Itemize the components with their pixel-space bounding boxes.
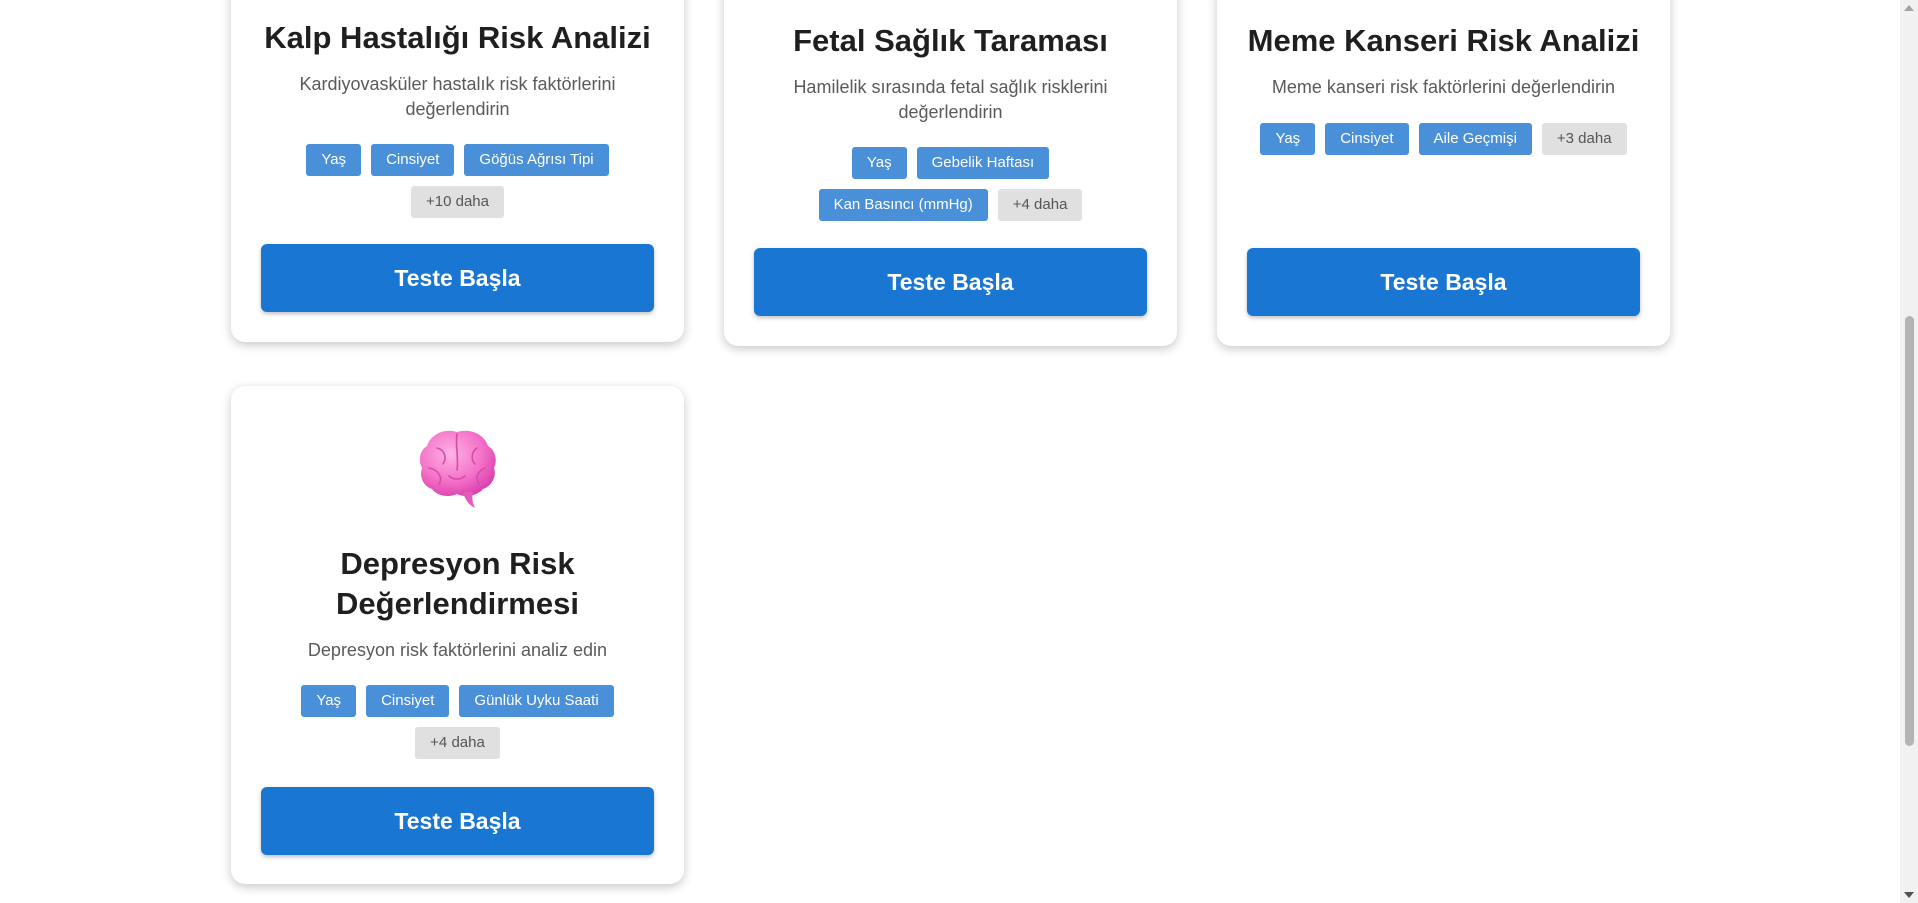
scrollbar-thumb[interactable]: [1905, 316, 1914, 746]
card-description: Meme kanseri risk faktörlerini değerlend…: [1271, 77, 1616, 97]
tag-list: Yaş Cinsiyet Göğüs Ağrısı Tipi +10 daha: [231, 144, 684, 218]
scroll-up-arrow-icon[interactable]: [1904, 5, 1914, 11]
tag-gender: Cinsiyet: [366, 685, 450, 717]
test-card-heart-disease: Kalp Hastalığı Risk Analizi Kardiyovaskü…: [231, 0, 684, 342]
scroll-down-arrow-icon[interactable]: [1904, 892, 1914, 898]
tag-chest-pain-type: Göğüs Ağrısı Tipi: [464, 144, 609, 176]
tag-list: Yaş Cinsiyet Aile Geçmişi +3 daha: [1217, 123, 1670, 155]
tag-family-history: Aile Geçmişi: [1418, 123, 1532, 155]
test-card-breast-cancer: Meme Kanseri Risk Analizi Meme kanseri r…: [1217, 0, 1670, 346]
start-test-button[interactable]: Teste Başla: [261, 787, 654, 855]
test-card-depression: Depresyon Risk Değerlendirmesi Depresyon…: [231, 386, 684, 884]
tag-more: +4 daha: [997, 189, 1083, 221]
tag-list: Yaş Cinsiyet Günlük Uyku Saati +4 daha: [231, 685, 684, 759]
vertical-scrollbar[interactable]: [1900, 0, 1918, 903]
tag-list: Yaş Gebelik Haftası Kan Basıncı (mmHg) +…: [724, 147, 1177, 221]
tag-gender: Cinsiyet: [371, 144, 455, 176]
start-test-button[interactable]: Teste Başla: [1247, 248, 1640, 316]
card-description: Kardiyovasküler hastalık risk faktörleri…: [299, 74, 616, 119]
card-title: Fetal Sağlık Taraması: [793, 23, 1108, 58]
card-description: Hamilelik sırasında fetal sağlık riskler…: [793, 77, 1108, 122]
tag-gender: Cinsiyet: [1325, 123, 1409, 155]
tag-more: +3 daha: [1541, 123, 1627, 155]
start-test-button[interactable]: Teste Başla: [261, 244, 654, 312]
card-title: Depresyon Risk Değerlendirmesi: [336, 546, 579, 621]
tag-age: Yaş: [851, 147, 907, 179]
card-title: Meme Kanseri Risk Analizi: [1247, 23, 1640, 58]
card-description: Depresyon risk faktörlerini analiz edin: [307, 640, 608, 660]
tag-gestation-week: Gebelik Haftası: [916, 147, 1050, 179]
card-title: Kalp Hastalığı Risk Analizi: [264, 20, 651, 55]
brain-icon: [419, 430, 496, 508]
tag-more: +10 daha: [411, 186, 504, 218]
tag-age: Yaş: [301, 685, 357, 717]
tag-more: +4 daha: [415, 727, 500, 759]
tag-age: Yaş: [306, 144, 362, 176]
test-card-fetal-health: Fetal Sağlık Taraması Hamilelik sırasınd…: [724, 0, 1177, 346]
tag-age: Yaş: [1260, 123, 1316, 155]
tag-blood-pressure: Kan Basıncı (mmHg): [818, 189, 988, 221]
start-test-button[interactable]: Teste Başla: [754, 248, 1147, 316]
tag-daily-sleep-hours: Günlük Uyku Saati: [459, 685, 614, 717]
